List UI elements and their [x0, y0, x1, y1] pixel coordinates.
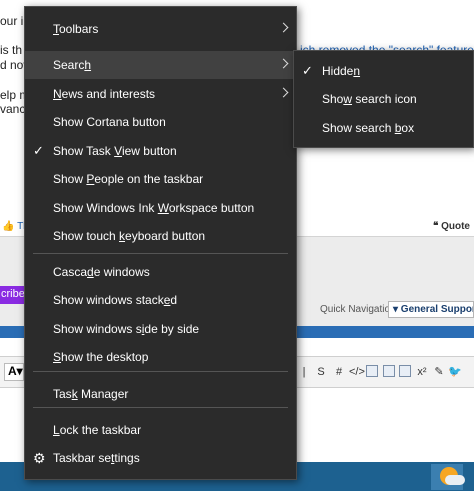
- menu-item[interactable]: Show People on the taskbar: [25, 165, 296, 193]
- font-color-button[interactable]: A▾: [4, 363, 24, 381]
- pencil-icon[interactable]: ✎: [432, 365, 446, 379]
- checkmark-icon: ✓: [302, 63, 313, 78]
- menu-item[interactable]: ✓ Show Task View button: [25, 137, 296, 165]
- menu-item[interactable]: Toolbars: [25, 15, 296, 43]
- submenu-item-label: Show search box: [322, 121, 415, 135]
- menu-item-label: Lock the taskbar: [53, 423, 142, 437]
- quick-navigation-label: Quick Navigation: [320, 304, 396, 315]
- menu-item[interactable]: Show windows stacked: [25, 286, 296, 314]
- menu-item[interactable]: Show windows side by side: [25, 315, 296, 343]
- menu-item-label: Toolbars: [53, 22, 99, 36]
- menu-item[interactable]: Show Windows Ink Workspace button: [25, 194, 296, 222]
- menu-item[interactable]: Cascade windows: [25, 258, 296, 286]
- chevron-right-icon: [278, 58, 289, 69]
- image-icon[interactable]: [366, 365, 378, 377]
- chevron-right-icon: [278, 22, 289, 33]
- menu-separator: [33, 407, 288, 408]
- menu-item-label: Show the desktop: [53, 350, 149, 364]
- menu-item[interactable]: Show the desktop: [25, 343, 296, 371]
- quote-button[interactable]: ❝ Quote: [433, 221, 470, 232]
- menu-item-label: Show windows stacked: [53, 293, 178, 307]
- submenu-item[interactable]: Show search box: [294, 114, 473, 142]
- menu-item-label: Task Manager: [53, 387, 129, 401]
- twitter-icon[interactable]: 🐦: [448, 365, 462, 379]
- menu-item-label: News and interests: [53, 87, 156, 101]
- code-icon[interactable]: </>: [349, 365, 365, 379]
- menu-item[interactable]: Task Manager: [25, 380, 296, 408]
- menu-item-label: Show People on the taskbar: [53, 172, 204, 186]
- table-icon[interactable]: [383, 365, 395, 377]
- submenu-item-label: Hidden: [322, 64, 361, 78]
- menu-separator: [33, 253, 288, 254]
- page-text-line: is th: [0, 43, 23, 57]
- superscript-icon[interactable]: x²: [415, 365, 429, 379]
- menu-item[interactable]: Search: [25, 51, 296, 79]
- forum-select[interactable]: ▾ General Support ▾: [388, 301, 474, 318]
- subscribe-button[interactable]: cribe: [0, 286, 24, 304]
- menu-item-label: Show Windows Ink Workspace button: [53, 201, 255, 215]
- submenu-item[interactable]: ✓ Hidden: [294, 57, 473, 85]
- submenu-item[interactable]: Show search icon: [294, 85, 473, 113]
- media-icon[interactable]: [399, 365, 411, 377]
- checkmark-icon: ✓: [33, 143, 44, 158]
- menu-item-label: Show touch keyboard button: [53, 229, 206, 243]
- menu-item-label: Cascade windows: [53, 265, 150, 279]
- hashtag-icon[interactable]: #: [332, 365, 346, 379]
- menu-item-label: Search: [53, 58, 92, 72]
- chevron-right-icon: [278, 87, 289, 98]
- toolbar-separator-icon: |: [302, 366, 306, 378]
- menu-item[interactable]: ⚙ Taskbar settings: [25, 444, 296, 472]
- taskbar-context-menu: Toolbars Search News and interests Show Cor…: [24, 6, 297, 480]
- menu-item-label: Show Task View button: [53, 144, 177, 158]
- screen: our in is th d nov elp m vance ich remov…: [0, 0, 474, 491]
- search-submenu: ✓ Hidden Show search icon Show search box: [293, 50, 474, 148]
- menu-item[interactable]: News and interests: [25, 80, 296, 108]
- submenu-item-label: Show search icon: [322, 92, 417, 106]
- menu-item-label: Show Cortana button: [53, 115, 166, 129]
- menu-separator: [33, 371, 288, 372]
- gear-icon: ⚙: [33, 450, 46, 466]
- menu-item[interactable]: Show touch keyboard button: [25, 222, 296, 250]
- weather-cloud-icon: [445, 475, 465, 485]
- strikethrough-icon[interactable]: S: [314, 365, 328, 379]
- menu-item-label: Show windows side by side: [53, 322, 200, 336]
- menu-item-label: Taskbar settings: [53, 451, 140, 465]
- menu-item[interactable]: Show Cortana button: [25, 108, 296, 136]
- menu-item[interactable]: Lock the taskbar: [25, 416, 296, 444]
